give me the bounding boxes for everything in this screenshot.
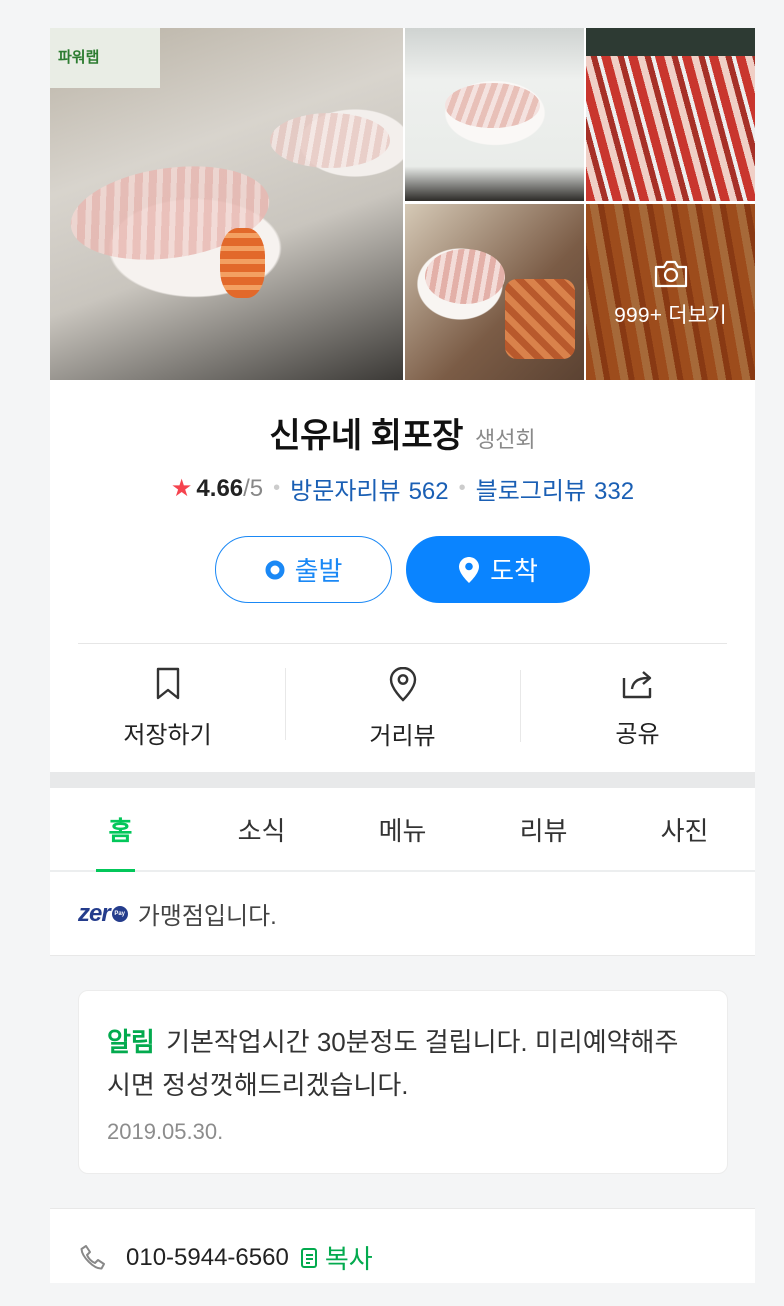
photo-main[interactable]: 파워랩 [50, 28, 403, 380]
notice-section: 알림 기본작업시간 30분정도 걸립니다. 미리예약해주시면 정성껏해드리겠습니… [50, 956, 755, 1208]
tab-news[interactable]: 소식 [191, 788, 332, 870]
arrival-button[interactable]: 도착 [406, 536, 590, 603]
notice-date: 2019.05.30. [107, 1119, 224, 1144]
notice-card[interactable]: 알림 기본작업시간 30분정도 걸립니다. 미리예약해주시면 정성껏해드리겠습니… [78, 990, 728, 1174]
location-pin-icon [458, 556, 480, 584]
photo-box-prop: 파워랩 [50, 28, 160, 88]
zeropay-text: 가맹점입니다. [137, 903, 277, 930]
photo-box-label: 파워랩 [58, 49, 100, 66]
place-card: 파워랩 999+ 더보기 신유네 회포장 생선회 ★ 4.66 /5 • 방문자… [50, 28, 755, 1283]
title-row: 신유네 회포장 생선회 [50, 408, 755, 457]
place-name: 신유네 회포장 [269, 417, 463, 455]
tab-bar: 홈 소식 메뉴 리뷰 사진 [50, 788, 755, 872]
notice-text: 기본작업시간 30분정도 걸립니다. 미리예약해주시면 정성껏해드리겠습니다. [107, 1027, 679, 1100]
action-bar: 저장하기 거리뷰 공유 [50, 644, 755, 772]
save-label: 저장하기 [123, 721, 212, 749]
photo-thumb-3-fish [425, 249, 505, 304]
more-photos-label: 999+ 더보기 [614, 304, 727, 327]
departure-button[interactable]: 출발 [215, 536, 392, 603]
zeropay-logo-text: zer [78, 899, 111, 927]
arrival-label: 도착 [490, 556, 538, 586]
photo-thumb-3-crab [505, 279, 575, 359]
share-icon [622, 670, 651, 698]
more-photos-button[interactable]: 999+ 더보기 [586, 204, 755, 380]
visitor-review-label: 방문자리뷰 [290, 478, 401, 505]
tab-photo[interactable]: 사진 [614, 788, 755, 870]
place-category: 생선회 [474, 427, 536, 452]
phone-icon [80, 1244, 105, 1269]
photo-thumb-1-fish [445, 83, 540, 128]
photo-thumb-2-top [586, 28, 755, 56]
departure-dot-icon [265, 560, 285, 580]
photo-grid: 파워랩 999+ 더보기 [50, 28, 755, 380]
rating-max: /5 [243, 474, 264, 502]
blog-review-link[interactable]: 블로그리뷰 332 [476, 471, 634, 506]
map-pin-icon [389, 666, 416, 702]
notice-body: 알림 기본작업시간 30분정도 걸립니다. 미리예약해주시면 정성껏해드리겠습니… [107, 1021, 699, 1107]
visitor-review-count: 562 [408, 478, 449, 505]
streetview-label: 거리뷰 [369, 722, 436, 750]
phone-number[interactable]: 010-5944-6560 [126, 1244, 289, 1272]
share-label: 공유 [615, 720, 660, 748]
separator-dot: • [458, 477, 466, 499]
tab-review[interactable]: 리뷰 [473, 788, 614, 870]
rating-score: 4.66 [196, 474, 244, 502]
blog-review-label: 블로그리뷰 [475, 478, 587, 505]
place-header: 신유네 회포장 생선회 ★ 4.66 /5 • 방문자리뷰 562 • 블로그리뷰… [50, 380, 755, 603]
photo-thumb-3[interactable] [405, 204, 584, 380]
visitor-review-link[interactable]: 방문자리뷰 562 [290, 471, 448, 506]
camera-icon [654, 260, 687, 288]
photo-thumb-1[interactable] [405, 28, 584, 201]
departure-label: 출발 [294, 556, 343, 586]
route-buttons: 출발 도착 [50, 536, 755, 603]
rating-row: ★ 4.66 /5 • 방문자리뷰 562 • 블로그리뷰 332 [50, 471, 755, 506]
share-button[interactable]: 공유 [520, 668, 755, 749]
streetview-button[interactable]: 거리뷰 [285, 666, 520, 751]
zeropay-pay-badge: Pay [111, 905, 128, 922]
copy-button[interactable]: 복사 [299, 1239, 373, 1276]
section-gap [50, 772, 755, 788]
blog-review-count: 332 [594, 478, 635, 505]
tab-menu[interactable]: 메뉴 [332, 788, 473, 870]
separator-dot: • [273, 477, 281, 499]
star-icon: ★ [170, 475, 193, 502]
copy-icon [300, 1247, 317, 1268]
copy-label: 복사 [324, 1244, 373, 1274]
photo-shrimp [220, 228, 265, 298]
photo-thumb-2[interactable] [586, 28, 755, 201]
bookmark-icon [156, 667, 179, 699]
photo-sashimi-plate-2 [270, 113, 390, 168]
phone-row: 010-5944-6560 복사 [50, 1208, 755, 1306]
zeropay-logo: zer Pay [78, 900, 128, 928]
notice-tag: 알림 [107, 1027, 155, 1057]
save-button[interactable]: 저장하기 [50, 667, 285, 750]
tab-home[interactable]: 홈 [50, 788, 191, 872]
zeropay-row: zer Pay 가맹점입니다. [50, 872, 755, 956]
